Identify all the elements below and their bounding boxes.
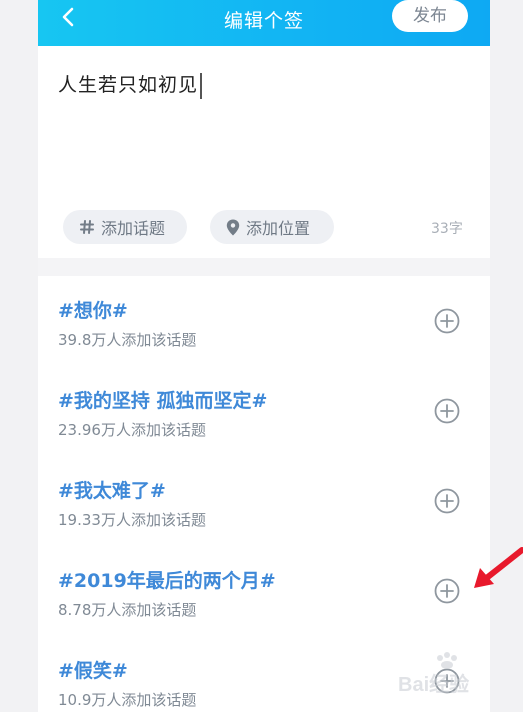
topic-list: #想你# 39.8万人添加该话题 #我的坚持 孤独而坚定# 23.96万人添加该… [38,276,490,712]
text-caret [200,72,202,99]
red-arrow-icon [474,547,523,588]
hash-icon [80,220,94,234]
topic-item[interactable]: #我太难了# 19.33万人添加该话题 [38,456,490,546]
location-pin-icon [226,219,240,235]
watermark-text: Bai经验 [398,674,470,696]
topic-item[interactable]: #2019年最后的两个月# 8.78万人添加该话题 [38,546,490,636]
topic-subtitle: 23.96万人添加该话题 [58,421,206,439]
signature-editor[interactable]: 人生若只如初见 添加话题 添加位置 33字 [38,46,490,258]
publish-button[interactable]: 发布 [392,0,468,32]
add-location-label: 添加位置 [246,219,311,238]
signature-text: 人生若只如初见 [58,74,199,96]
add-topic-icon[interactable] [434,578,460,604]
topic-subtitle: 8.78万人添加该话题 [58,601,197,619]
signature-text-area[interactable]: 人生若只如初见 [58,70,202,99]
topic-item[interactable]: #想你# 39.8万人添加该话题 [38,276,490,366]
header-bar: 编辑个签 发布 [38,0,490,46]
add-topic-icon[interactable] [434,308,460,334]
watermark: Bai经验 [398,652,494,698]
add-topic-label: 添加话题 [101,219,166,238]
topic-title: #2019年最后的两个月# [58,570,276,592]
topic-subtitle: 39.8万人添加该话题 [58,331,197,349]
character-count: 33字 [431,221,463,237]
topic-title: #假笑# [58,660,128,682]
topic-title: #想你# [58,300,128,322]
add-topic-icon[interactable] [434,398,460,424]
topic-title: #我太难了# [58,480,166,502]
topic-subtitle: 10.9万人添加该话题 [58,691,197,709]
app-screen: 编辑个签 发布 人生若只如初见 添加话题 添加位置 33字 #想你# 39.8万… [38,0,490,712]
topic-item[interactable]: #我的坚持 孤独而坚定# 23.96万人添加该话题 [38,366,490,456]
add-topic-icon[interactable] [434,488,460,514]
add-location-button[interactable]: 添加位置 [210,210,334,244]
add-topic-button[interactable]: 添加话题 [63,210,187,244]
topic-subtitle: 19.33万人添加该话题 [58,511,206,529]
topic-title: #我的坚持 孤独而坚定# [58,390,268,412]
